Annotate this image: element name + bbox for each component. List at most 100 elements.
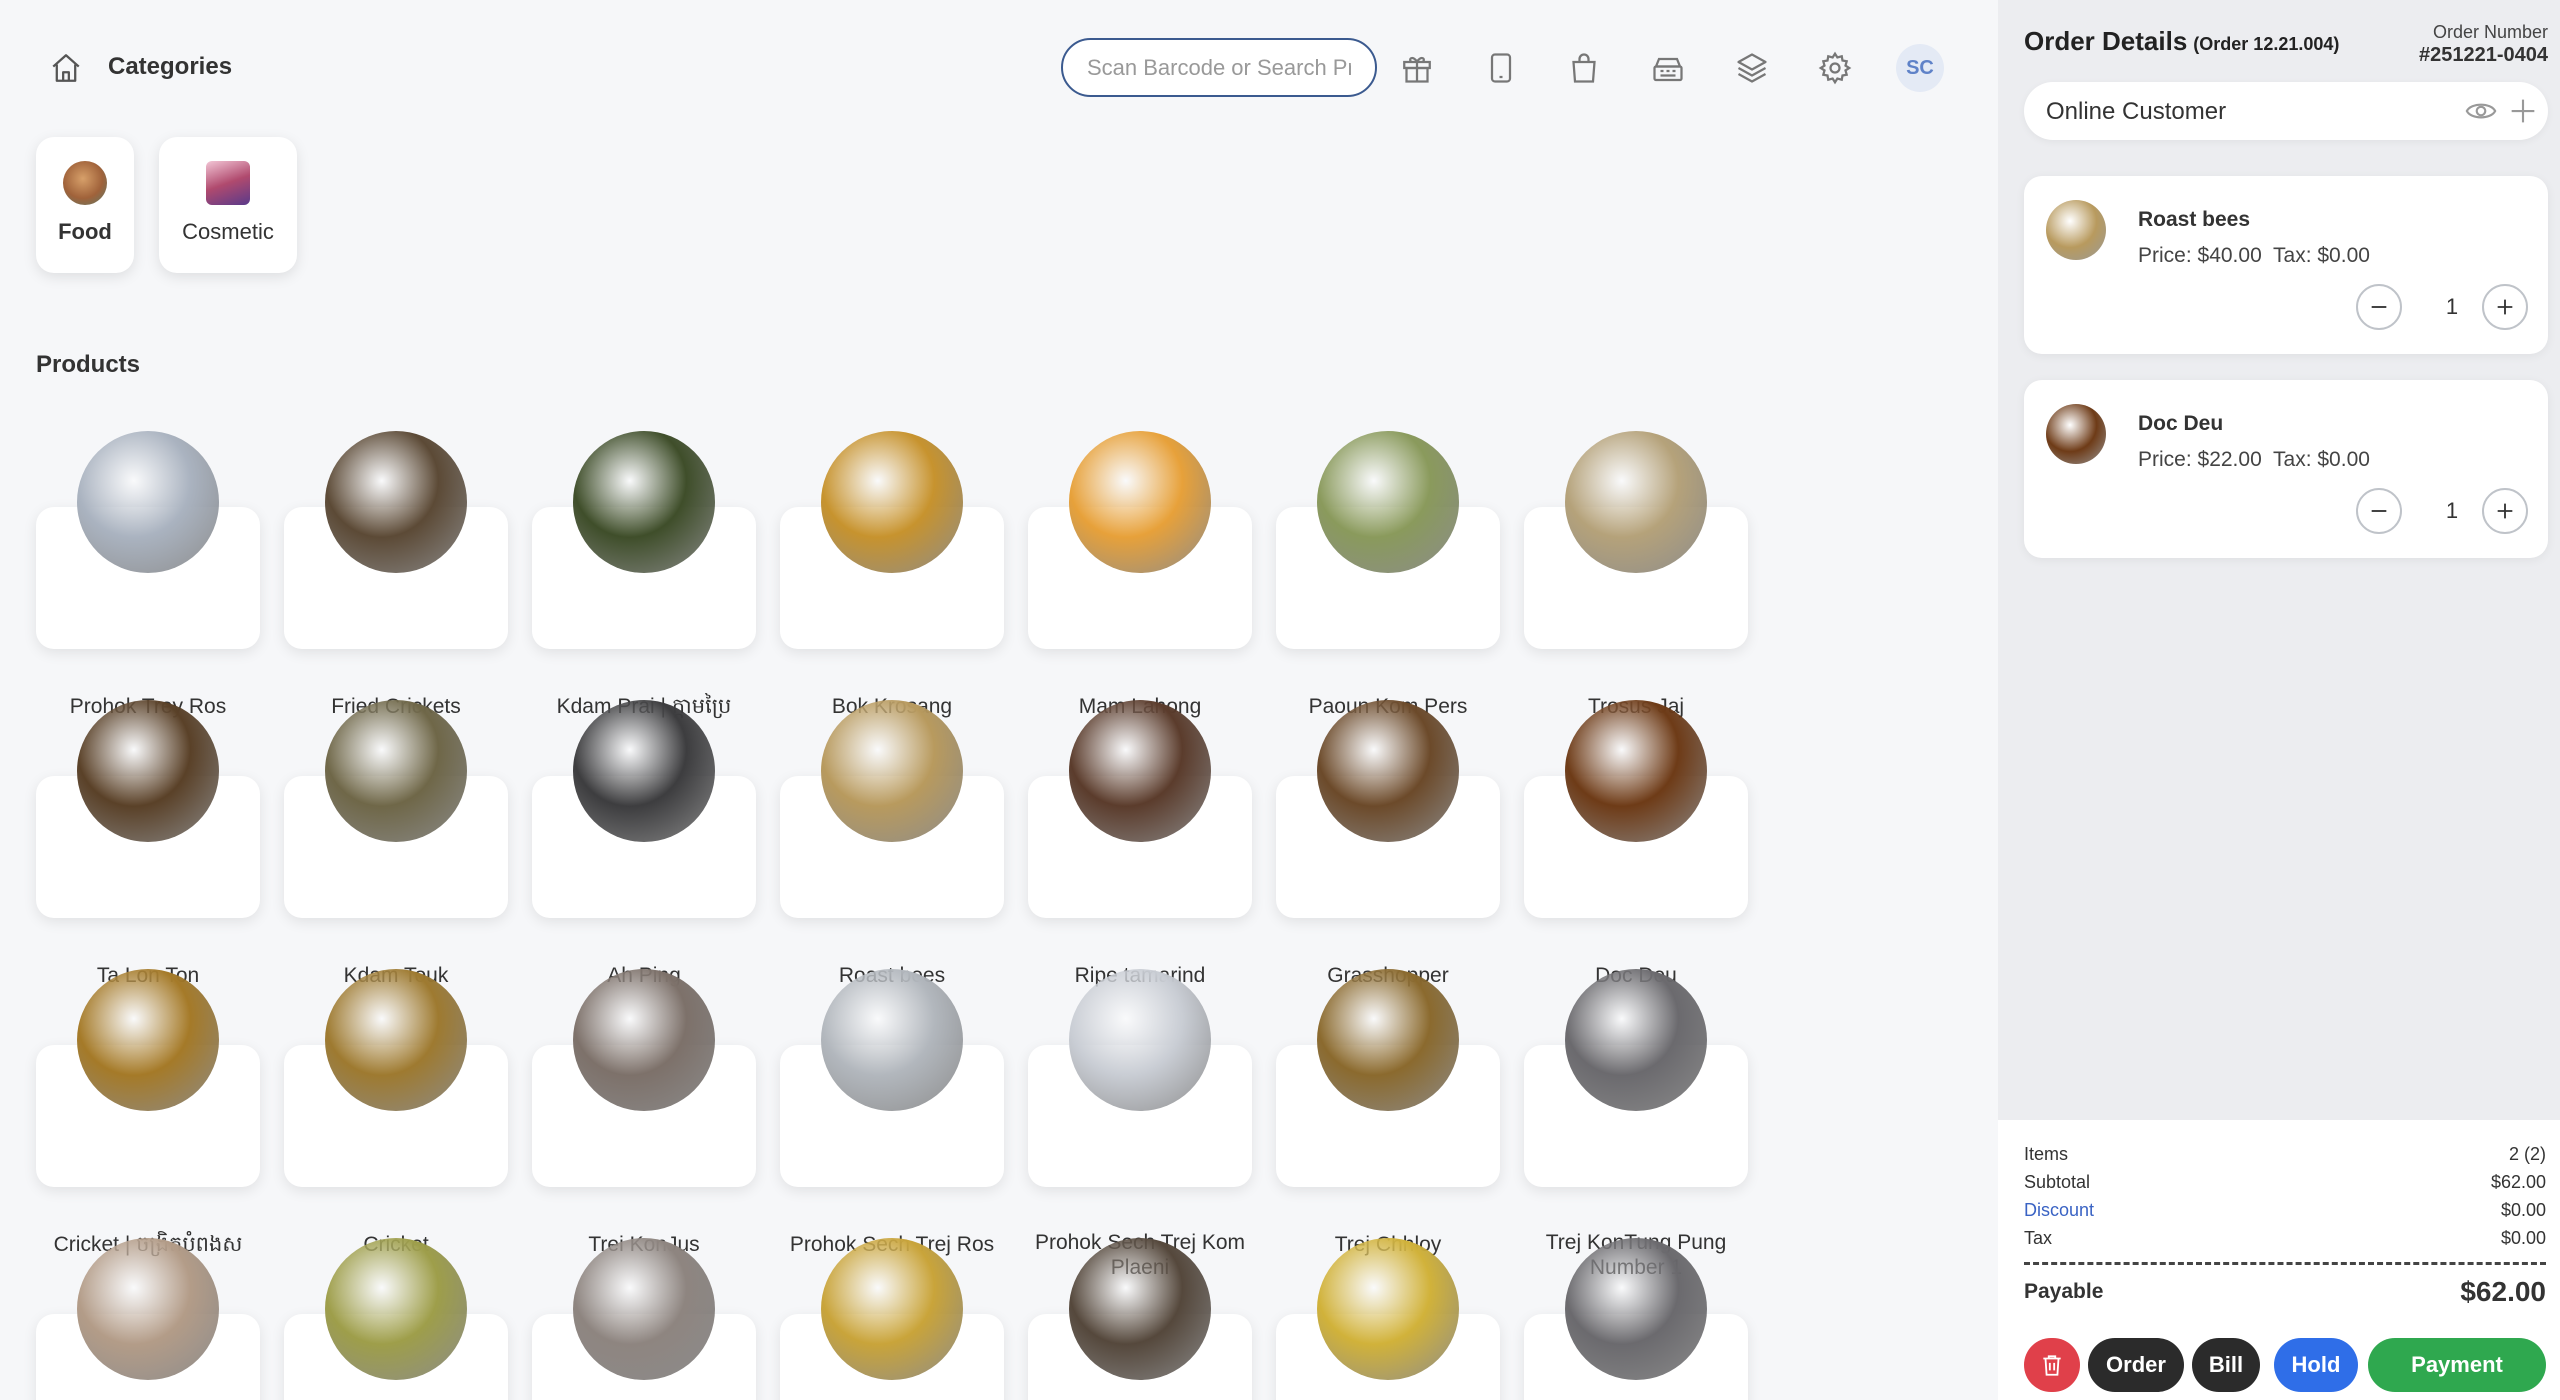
- shopping-bag-icon: [1572, 53, 1596, 83]
- order-item-qty: 1: [2445, 498, 2459, 523]
- delete-order-button[interactable]: [2024, 1338, 2080, 1392]
- product-image[interactable]: [1069, 1238, 1211, 1380]
- order-panel: Order Details (Order 12.21.004) Order Num…: [1998, 0, 2560, 1400]
- gift-button[interactable]: [1395, 46, 1439, 90]
- plus-icon: [2497, 503, 2513, 519]
- hold-button[interactable]: Hold: [2274, 1338, 2358, 1392]
- minus-icon: [2371, 306, 2387, 308]
- product-image[interactable]: [325, 431, 467, 573]
- layers-button[interactable]: [1730, 46, 1774, 90]
- user-avatar[interactable]: SC: [1896, 44, 1944, 92]
- items-value: 2 (2): [2508, 1144, 2546, 1164]
- payable-row: Payable $62.00: [2024, 1276, 2546, 1307]
- increase-qty-button[interactable]: [2482, 284, 2528, 330]
- product-image[interactable]: [1565, 969, 1707, 1111]
- order-item: Roast bees Price: $40.00 Tax: $0.00 1: [2024, 176, 2548, 354]
- order-item-image: [2046, 200, 2106, 260]
- product-image[interactable]: [325, 969, 467, 1111]
- category-food[interactable]: Food: [36, 137, 134, 273]
- plus-icon: [2497, 299, 2513, 315]
- decrease-qty-button[interactable]: [2356, 488, 2402, 534]
- subtotal-row: Subtotal $62.00: [2024, 1172, 2546, 1193]
- tax-row: Tax $0.00: [2024, 1228, 2546, 1249]
- subtotal-value: $62.00: [2490, 1172, 2546, 1192]
- product-image[interactable]: [1317, 1238, 1459, 1380]
- product-image[interactable]: [77, 431, 219, 573]
- discount-value: $0.00: [2500, 1200, 2546, 1220]
- increase-qty-button[interactable]: [2482, 488, 2528, 534]
- order-item-price: Price: $40.00 Tax: $0.00: [2138, 244, 2370, 267]
- payment-button[interactable]: Payment: [2368, 1338, 2546, 1392]
- categories-title: Categories: [108, 53, 233, 80]
- order-item-image: [2046, 404, 2106, 464]
- tax-value: $0.00: [2500, 1228, 2546, 1248]
- customer-selector[interactable]: Online Customer: [2024, 82, 2548, 140]
- decrease-qty-button[interactable]: [2356, 284, 2402, 330]
- layers-icon: [1737, 53, 1767, 83]
- product-image[interactable]: [77, 700, 219, 842]
- cash-register-button[interactable]: [1646, 46, 1690, 90]
- home-icon: [52, 54, 80, 82]
- category-cosmetic[interactable]: Cosmetic: [159, 137, 297, 273]
- product-image[interactable]: [573, 1238, 715, 1380]
- product-image[interactable]: [821, 1238, 963, 1380]
- order-item-name: Doc Deu: [2138, 412, 2224, 435]
- gift-icon: [1403, 56, 1431, 83]
- category-label: Cosmetic: [182, 219, 274, 244]
- order-button[interactable]: Order: [2088, 1338, 2184, 1392]
- eye-icon[interactable]: [2464, 94, 2498, 128]
- search-box[interactable]: [1061, 38, 1377, 97]
- discount-row: Discount $0.00: [2024, 1200, 2546, 1221]
- order-title-text: Order Details: [2024, 26, 2188, 56]
- product-image[interactable]: [1565, 431, 1707, 573]
- product-image[interactable]: [325, 1238, 467, 1380]
- items-label: Items: [2024, 1144, 2069, 1164]
- product-image[interactable]: [1069, 700, 1211, 842]
- cash-register-icon: [1653, 57, 1683, 82]
- payable-label: Payable: [2024, 1280, 2104, 1303]
- order-item: Doc Deu Price: $22.00 Tax: $0.00 1: [2024, 380, 2548, 558]
- payable-value: $62.00: [2460, 1276, 2546, 1307]
- order-item-name: Roast bees: [2138, 208, 2251, 231]
- order-ref: (Order 12.21.004): [2193, 34, 2340, 54]
- items-row: Items 2 (2): [2024, 1144, 2546, 1165]
- subtotal-label: Subtotal: [2024, 1172, 2091, 1192]
- minus-icon: [2371, 510, 2387, 512]
- category-image: [63, 161, 107, 205]
- product-image[interactable]: [821, 700, 963, 842]
- category-image: [206, 161, 250, 205]
- trash-icon: [2043, 1355, 2061, 1376]
- product-image[interactable]: [821, 969, 963, 1111]
- product-image[interactable]: [1317, 431, 1459, 573]
- product-image[interactable]: [1069, 969, 1211, 1111]
- product-image[interactable]: [821, 431, 963, 573]
- search-input[interactable]: [1087, 54, 1351, 81]
- order-item-qty: 1: [2445, 294, 2459, 319]
- order-number-value: #251221-0404: [2418, 44, 2548, 66]
- tablet-icon: [1490, 53, 1512, 83]
- category-label: Food: [58, 219, 112, 244]
- order-details-title: Order Details (Order 12.21.004): [2024, 26, 2339, 57]
- tablet-button[interactable]: [1479, 46, 1523, 90]
- product-image[interactable]: [77, 1238, 219, 1380]
- product-image[interactable]: [1565, 700, 1707, 842]
- order-number-label: Order Number: [2432, 22, 2548, 42]
- product-image[interactable]: [1317, 700, 1459, 842]
- product-image[interactable]: [1069, 431, 1211, 573]
- product-image[interactable]: [325, 700, 467, 842]
- settings-button[interactable]: [1813, 46, 1857, 90]
- product-image[interactable]: [1565, 1238, 1707, 1380]
- shopping-bag-button[interactable]: [1562, 46, 1606, 90]
- product-image[interactable]: [77, 969, 219, 1111]
- home-button[interactable]: [46, 48, 86, 88]
- bill-button[interactable]: Bill: [2192, 1338, 2260, 1392]
- add-customer-icon[interactable]: [2506, 94, 2540, 128]
- product-image[interactable]: [573, 431, 715, 573]
- discount-link[interactable]: Discount: [2024, 1200, 2094, 1220]
- product-image[interactable]: [573, 700, 715, 842]
- product-image[interactable]: [1317, 969, 1459, 1111]
- products-title: Products: [36, 351, 141, 378]
- summary-divider: [2024, 1262, 2546, 1265]
- customer-name: Online Customer: [2046, 98, 2227, 125]
- product-image[interactable]: [573, 969, 715, 1111]
